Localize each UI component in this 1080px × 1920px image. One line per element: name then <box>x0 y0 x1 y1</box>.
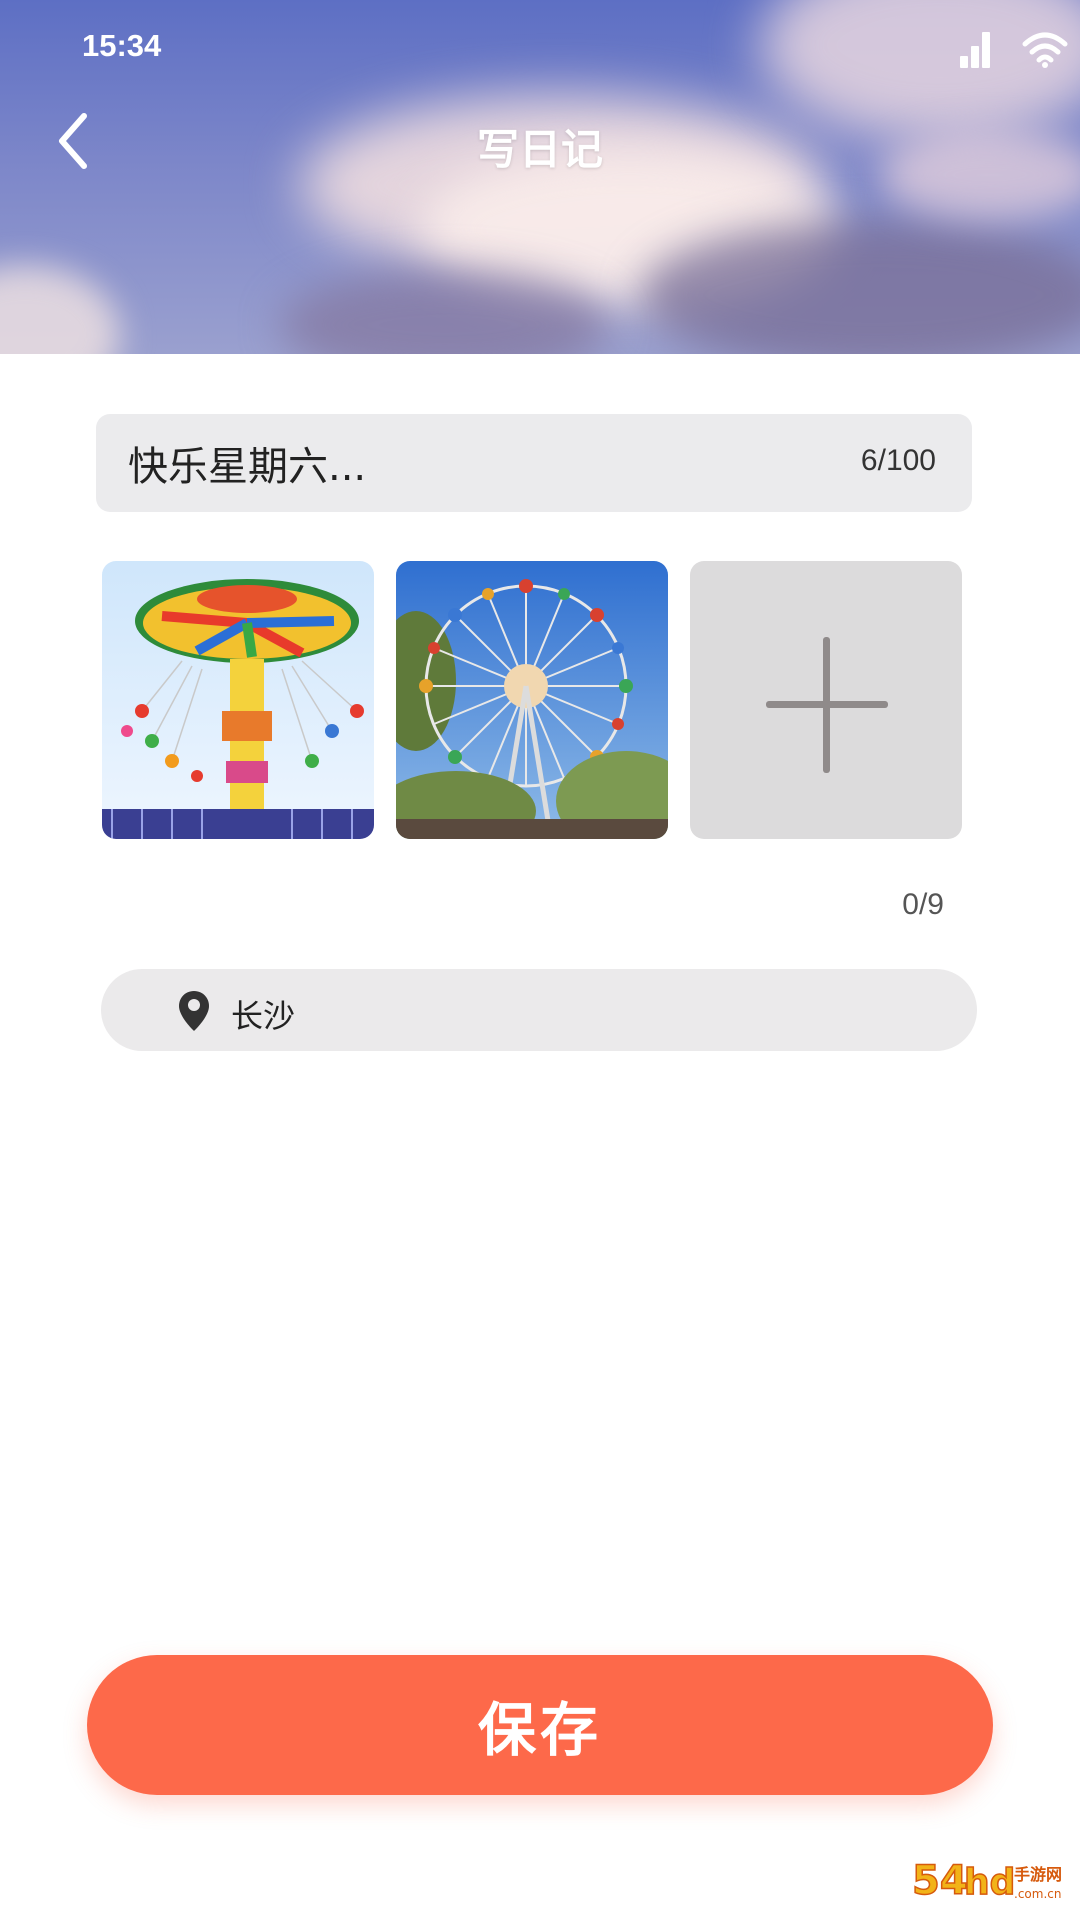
ferris-wheel-photo[interactable] <box>396 561 668 839</box>
plus-icon <box>766 637 888 773</box>
photo-counter: 0/9 <box>902 888 944 921</box>
location-field[interactable]: 长沙 <box>101 969 977 1051</box>
diary-title-input[interactable] <box>128 438 768 488</box>
location-pin-icon <box>179 991 209 1031</box>
save-button[interactable]: 保存 <box>87 1655 993 1795</box>
svg-text:手游网: 手游网 <box>1014 1865 1062 1884</box>
svg-text:.com.cn: .com.cn <box>1014 1887 1061 1901</box>
signal-icon <box>960 30 1000 70</box>
site-watermark-logo: 54 hd 手游网 .com.cn <box>911 1857 1062 1905</box>
svg-text:hd: hd <box>964 1862 1015 1903</box>
diary-title-field[interactable]: 6/100 <box>96 414 972 512</box>
add-photo-button[interactable] <box>690 561 962 839</box>
status-time: 15:34 <box>82 28 162 63</box>
header-banner: 15:34 写日记 <box>0 0 1080 354</box>
cloud <box>0 265 120 354</box>
wifi-icon <box>1022 32 1068 68</box>
svg-text:54: 54 <box>912 1858 968 1904</box>
title-char-counter: 6/100 <box>860 444 936 477</box>
swing-ride-photo[interactable] <box>102 561 374 839</box>
location-text: 长沙 <box>231 997 296 1035</box>
page-title: 写日记 <box>476 125 603 174</box>
